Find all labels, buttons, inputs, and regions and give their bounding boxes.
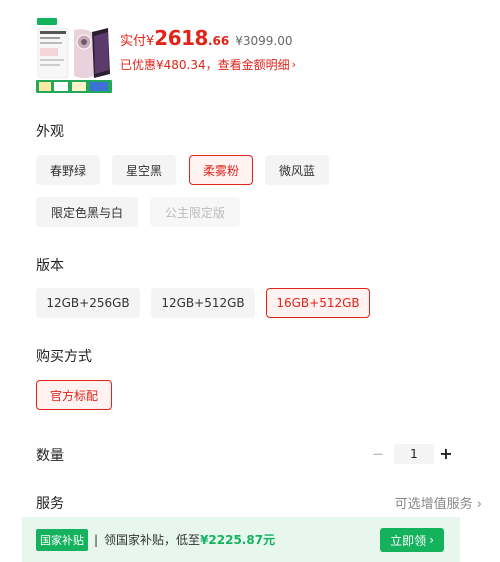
appearance-option[interactable]: 春野绿 <box>36 155 100 185</box>
final-price: 实付 ¥ 2618 .66 ¥3099.00 <box>120 26 293 50</box>
claim-subsidy-button[interactable]: 立即领 › <box>380 528 444 552</box>
chevron-right-icon: › <box>291 58 297 71</box>
price-label: 实付 <box>120 34 147 49</box>
appearance-title: 外观 <box>36 124 64 140</box>
purchase-option-selected[interactable]: 官方标配 <box>36 380 112 410</box>
appearance-option-disabled: 公主限定版 <box>150 197 240 227</box>
version-title: 版本 <box>36 258 64 274</box>
discount-detail-link[interactable]: 已优惠¥480.34，查看金额明细 › <box>120 56 296 73</box>
subsidy-amount: ¥2225.87元 <box>200 533 276 547</box>
claim-subsidy-label: 立即领 <box>390 533 427 548</box>
quantity-row: 数量 − 1 + <box>36 444 453 466</box>
chevron-right-icon: › <box>429 533 434 547</box>
appearance-option[interactable]: 微风蓝 <box>265 155 329 185</box>
price-integer: 2618 <box>154 26 208 50</box>
quantity-decrease-button[interactable]: − <box>370 445 386 463</box>
subsidy-text: 领国家补贴，低至 <box>104 533 201 547</box>
value-added-service-link[interactable]: 可选增值服务 › <box>395 493 482 512</box>
original-price: ¥3099.00 <box>235 34 293 48</box>
appearance-option-selected[interactable]: 柔雾粉 <box>189 155 253 185</box>
price-decimal: .66 <box>207 34 230 48</box>
quantity-input[interactable]: 1 <box>394 444 434 464</box>
quantity-increase-button[interactable]: + <box>438 444 454 464</box>
phone-image <box>34 14 114 94</box>
appearance-option[interactable]: 星空黑 <box>112 155 176 185</box>
price-currency: ¥ <box>146 34 155 49</box>
subsidy-separator: | <box>94 532 99 547</box>
spec-sheet: 实付 ¥ 2618 .66 ¥3099.00 已优惠¥480.34，查看金额明细… <box>22 0 460 530</box>
version-option[interactable]: 12GB+512GB <box>151 288 255 318</box>
discount-text: 已优惠¥480.34，查看金额明细 <box>120 58 290 72</box>
subsidy-badge: 国家补贴 <box>36 528 88 551</box>
version-option-selected[interactable]: 16GB+512GB <box>266 288 370 318</box>
national-subsidy-bar: 国家补贴 | 领国家补贴，低至 ¥2225.87元 立即领 › <box>22 517 460 562</box>
service-title: 服务 <box>36 496 64 512</box>
appearance-option[interactable]: 限定色黑与白 <box>36 197 138 227</box>
quantity-title: 数量 <box>36 448 64 464</box>
purchase-method-title: 购买方式 <box>36 349 92 365</box>
product-thumbnail <box>34 14 114 94</box>
version-option[interactable]: 12GB+256GB <box>36 288 140 318</box>
